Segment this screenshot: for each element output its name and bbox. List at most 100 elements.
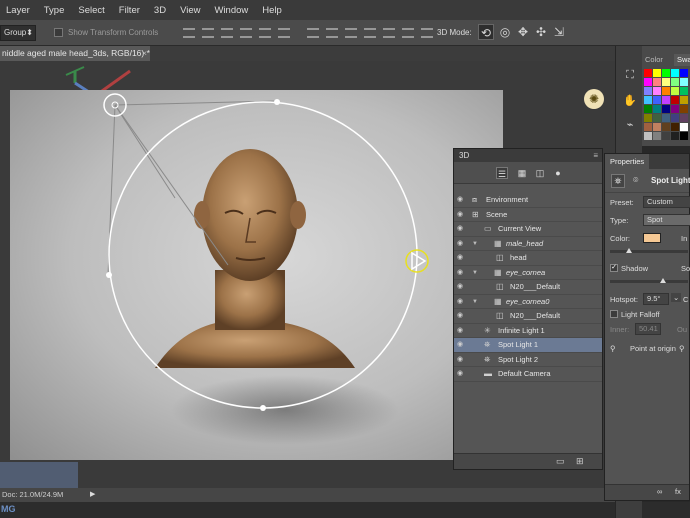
lights-filter-icon[interactable]: ● <box>552 167 564 179</box>
tab-color[interactable]: Color <box>642 54 666 66</box>
light-falloff-checkbox[interactable] <box>610 310 618 318</box>
color-swatch[interactable] <box>662 114 670 122</box>
visibility-eye-icon[interactable]: ◉ <box>457 208 467 223</box>
materials-filter-icon[interactable]: ◫ <box>534 167 546 179</box>
spot-light-icon[interactable]: ⛯ <box>611 174 625 188</box>
color-swatch[interactable] <box>680 96 688 104</box>
scene-tree-row[interactable]: ◉ ▼ ▦ eye_cornea0 <box>454 295 602 310</box>
color-swatch[interactable] <box>644 114 652 122</box>
point-origin-label[interactable]: Point at origin <box>630 344 676 353</box>
scene-tree-row[interactable]: ◉ ◫ N20___Default <box>454 280 602 295</box>
move-to-view-icon[interactable]: ⚲ <box>679 344 685 353</box>
visibility-eye-icon[interactable]: ◉ <box>457 295 467 310</box>
render-icon[interactable]: ⊞ <box>576 456 584 467</box>
color-swatch[interactable] <box>671 105 679 113</box>
intensity-slider[interactable] <box>610 248 688 253</box>
visibility-eye-icon[interactable]: ◉ <box>457 280 467 295</box>
scene-tree-row[interactable]: ◉ ⊞ Scene <box>454 208 602 223</box>
color-swatch[interactable] <box>653 87 661 95</box>
scene-tree-row[interactable]: ◉ ◫ head <box>454 251 602 266</box>
fx-icon[interactable]: fx <box>675 487 681 496</box>
color-swatch[interactable] <box>662 87 670 95</box>
color-swatch[interactable] <box>644 87 652 95</box>
visibility-eye-icon[interactable]: ◉ <box>457 367 467 382</box>
scene-tree-row[interactable]: ◉ ⧈ Environment <box>454 193 602 208</box>
scene-tree-row[interactable]: ◉ ◫ N20___Default <box>454 309 602 324</box>
brush-icon[interactable]: ⌁ <box>623 118 637 132</box>
scene-tree-row[interactable]: ◉ ▼ ▦ eye_cornea <box>454 266 602 281</box>
color-swatch[interactable] <box>653 69 661 77</box>
color-swatch[interactable] <box>644 132 652 140</box>
color-swatch[interactable] <box>662 69 670 77</box>
visibility-eye-icon[interactable]: ◉ <box>457 309 467 324</box>
color-swatch[interactable] <box>680 87 688 95</box>
meshes-filter-icon[interactable]: ▦ <box>516 167 528 179</box>
visibility-eye-icon[interactable]: ◉ <box>457 324 467 339</box>
color-swatch[interactable] <box>671 114 679 122</box>
visibility-eye-icon[interactable]: ◉ <box>457 353 467 368</box>
tab-properties[interactable]: Properties <box>605 154 650 169</box>
point-origin-icon[interactable]: ⚲ <box>610 344 616 353</box>
color-swatch[interactable] <box>680 105 688 113</box>
color-swatch[interactable] <box>644 78 652 86</box>
actions-icon[interactable]: ✋ <box>623 94 637 108</box>
color-swatch[interactable] <box>653 105 661 113</box>
visibility-eye-icon[interactable]: ◉ <box>457 338 467 353</box>
visibility-eye-icon[interactable]: ◉ <box>457 251 467 266</box>
preset-dropdown[interactable]: Custom <box>643 196 690 208</box>
expand-triangle-icon[interactable]: ▼ <box>472 237 478 252</box>
visibility-eye-icon[interactable]: ◉ <box>457 222 467 237</box>
color-swatch[interactable] <box>653 123 661 131</box>
color-swatch[interactable] <box>644 123 652 131</box>
color-swatch[interactable] <box>671 87 679 95</box>
whole-scene-icon[interactable]: ☰ <box>496 167 508 179</box>
light-color-swatch[interactable] <box>643 233 661 243</box>
color-swatch[interactable] <box>671 78 679 86</box>
color-swatch[interactable] <box>662 78 670 86</box>
color-swatch[interactable] <box>644 69 652 77</box>
color-swatch[interactable] <box>662 96 670 104</box>
scene-tree-row[interactable]: ◉ ✳ Infinite Light 1 <box>454 324 602 339</box>
play-icon[interactable]: ▶ <box>90 488 95 502</box>
history-icon[interactable]: ⛶ <box>623 68 637 82</box>
color-swatch[interactable] <box>662 105 670 113</box>
shadow-checkbox[interactable]: ✓ <box>610 264 618 272</box>
type-dropdown[interactable]: Spot <box>643 214 690 226</box>
scene-tree-row[interactable]: ◉ ⛯ Spot Light 1 <box>454 338 602 353</box>
color-swatch[interactable] <box>680 132 688 140</box>
color-swatch[interactable] <box>680 78 688 86</box>
scene-tree-row[interactable]: ◉ ▬ Default Camera <box>454 367 602 382</box>
color-swatch[interactable] <box>653 78 661 86</box>
softness-slider[interactable] <box>610 278 688 283</box>
color-swatch[interactable] <box>653 132 661 140</box>
panel-menu-icon[interactable]: ≡ <box>593 149 598 162</box>
color-swatch[interactable] <box>662 132 670 140</box>
scene-tree-row[interactable]: ◉ ▼ ▦ male_head <box>454 237 602 252</box>
color-swatch[interactable] <box>680 114 688 122</box>
expand-triangle-icon[interactable]: ▼ <box>472 266 478 281</box>
scene-tree-row[interactable]: ◉ ⛯ Spot Light 2 <box>454 353 602 368</box>
color-swatch[interactable] <box>680 69 688 77</box>
inner-field[interactable]: 50.41 <box>635 323 661 335</box>
expand-triangle-icon[interactable]: ▼ <box>472 295 478 310</box>
color-swatch[interactable] <box>671 132 679 140</box>
color-swatch[interactable] <box>653 114 661 122</box>
color-swatch[interactable] <box>680 123 688 131</box>
color-swatch[interactable] <box>644 96 652 104</box>
color-swatch[interactable] <box>671 96 679 104</box>
color-swatch[interactable] <box>671 69 679 77</box>
color-swatch[interactable] <box>653 96 661 104</box>
color-swatch[interactable] <box>644 105 652 113</box>
light-widget-icon[interactable]: ✺ <box>584 89 604 109</box>
scene-tree-row[interactable]: ◉ ▭ Current View <box>454 222 602 237</box>
hotspot-stepper-icon[interactable]: ⌄ <box>671 293 682 302</box>
visibility-eye-icon[interactable]: ◉ <box>457 237 467 252</box>
coordinates-icon[interactable]: ⌾ <box>633 175 638 186</box>
color-swatch[interactable] <box>662 123 670 131</box>
new-light-icon[interactable]: ▭ <box>556 456 565 467</box>
link-icon[interactable]: ∞ <box>657 487 662 496</box>
visibility-eye-icon[interactable]: ◉ <box>457 193 467 208</box>
tab-swatches[interactable]: Swa <box>674 54 690 66</box>
color-swatch[interactable] <box>671 123 679 131</box>
visibility-eye-icon[interactable]: ◉ <box>457 266 467 281</box>
